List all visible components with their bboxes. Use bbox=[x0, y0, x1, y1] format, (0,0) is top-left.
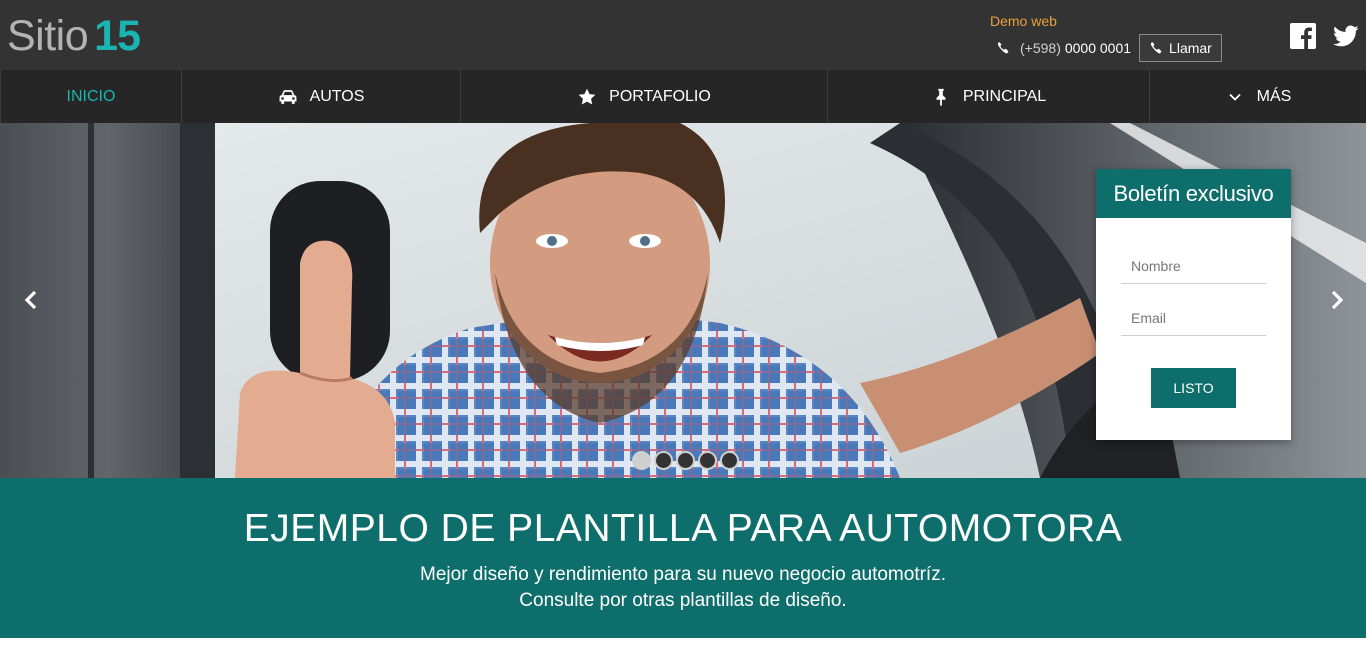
demo-label: Demo web bbox=[990, 13, 1057, 29]
nav-item-mas[interactable]: MÁS bbox=[1149, 70, 1366, 123]
phone-prefix: (+598) bbox=[1020, 40, 1061, 56]
logo-number: 15 bbox=[94, 12, 141, 60]
name-input[interactable] bbox=[1121, 248, 1266, 284]
banner-subtitle: Mejor diseño y rendimiento para su nuevo… bbox=[0, 562, 1366, 614]
banner-title: EJEMPLO DE PLANTILLA PARA AUTOMOTORA bbox=[243, 507, 1123, 550]
star-icon bbox=[578, 88, 596, 104]
slider-dot[interactable] bbox=[698, 451, 717, 470]
logo-word: Sitio bbox=[7, 12, 89, 60]
prev-slide-arrow[interactable] bbox=[16, 285, 46, 315]
car-icon bbox=[279, 89, 297, 104]
pin-icon bbox=[936, 88, 946, 106]
top-header: Sitio 15 Demo web (+598) 0000 0001 Llamar bbox=[0, 0, 1366, 70]
nav-item-principal[interactable]: PRINCIPAL bbox=[827, 70, 1149, 123]
site-logo[interactable]: Sitio 15 bbox=[7, 10, 141, 62]
hero-slider: Boletín exclusivo LISTO bbox=[0, 123, 1366, 478]
contact-row: (+598) 0000 0001 Llamar bbox=[990, 34, 1230, 62]
phone-number[interactable]: (+598) 0000 0001 bbox=[1020, 40, 1131, 56]
nav-item-portafolio[interactable]: PORTAFOLIO bbox=[460, 70, 827, 123]
newsletter-title: Boletín exclusivo bbox=[1096, 169, 1291, 218]
slider-dot[interactable] bbox=[720, 451, 739, 470]
nav-item-label: AUTOS bbox=[309, 87, 365, 105]
slider-dot[interactable] bbox=[654, 451, 673, 470]
main-nav: INICIO AUTOS PORTAFOLIO PRINCIPAL MÁS bbox=[0, 70, 1366, 123]
nav-item-autos[interactable]: AUTOS bbox=[181, 70, 460, 123]
phone-digits: 0000 0001 bbox=[1064, 40, 1132, 56]
nav-item-label: MÁS bbox=[1256, 87, 1292, 105]
banner-line-2: Consulte por otras plantillas de diseño. bbox=[519, 590, 847, 611]
nav-item-label: PORTAFOLIO bbox=[609, 87, 711, 105]
call-button[interactable]: Llamar bbox=[1139, 34, 1222, 62]
banner-line-1: Mejor diseño y rendimiento para su nuevo… bbox=[420, 564, 946, 585]
phone-icon bbox=[1150, 42, 1162, 54]
facebook-icon[interactable] bbox=[1290, 23, 1316, 49]
call-button-label: Llamar bbox=[1169, 40, 1212, 56]
submit-button[interactable]: LISTO bbox=[1151, 368, 1236, 408]
twitter-icon[interactable] bbox=[1333, 23, 1359, 49]
slider-dots bbox=[632, 451, 739, 470]
nav-item-label: INICIO bbox=[66, 87, 116, 105]
email-input[interactable] bbox=[1121, 300, 1266, 336]
promo-banner: EJEMPLO DE PLANTILLA PARA AUTOMOTORA Mej… bbox=[0, 478, 1366, 638]
nav-item-label: PRINCIPAL bbox=[962, 87, 1047, 105]
slider-dot[interactable] bbox=[676, 451, 695, 470]
slider-dot[interactable] bbox=[632, 451, 651, 470]
contact-block: Demo web (+598) 0000 0001 Llamar bbox=[990, 12, 1230, 62]
newsletter-form: Boletín exclusivo LISTO bbox=[1096, 169, 1291, 440]
next-slide-arrow[interactable] bbox=[1322, 285, 1352, 315]
chevron-down-icon bbox=[1229, 93, 1241, 101]
nav-item-inicio[interactable]: INICIO bbox=[0, 70, 181, 123]
social-links bbox=[1290, 23, 1359, 49]
phone-icon bbox=[997, 42, 1009, 54]
